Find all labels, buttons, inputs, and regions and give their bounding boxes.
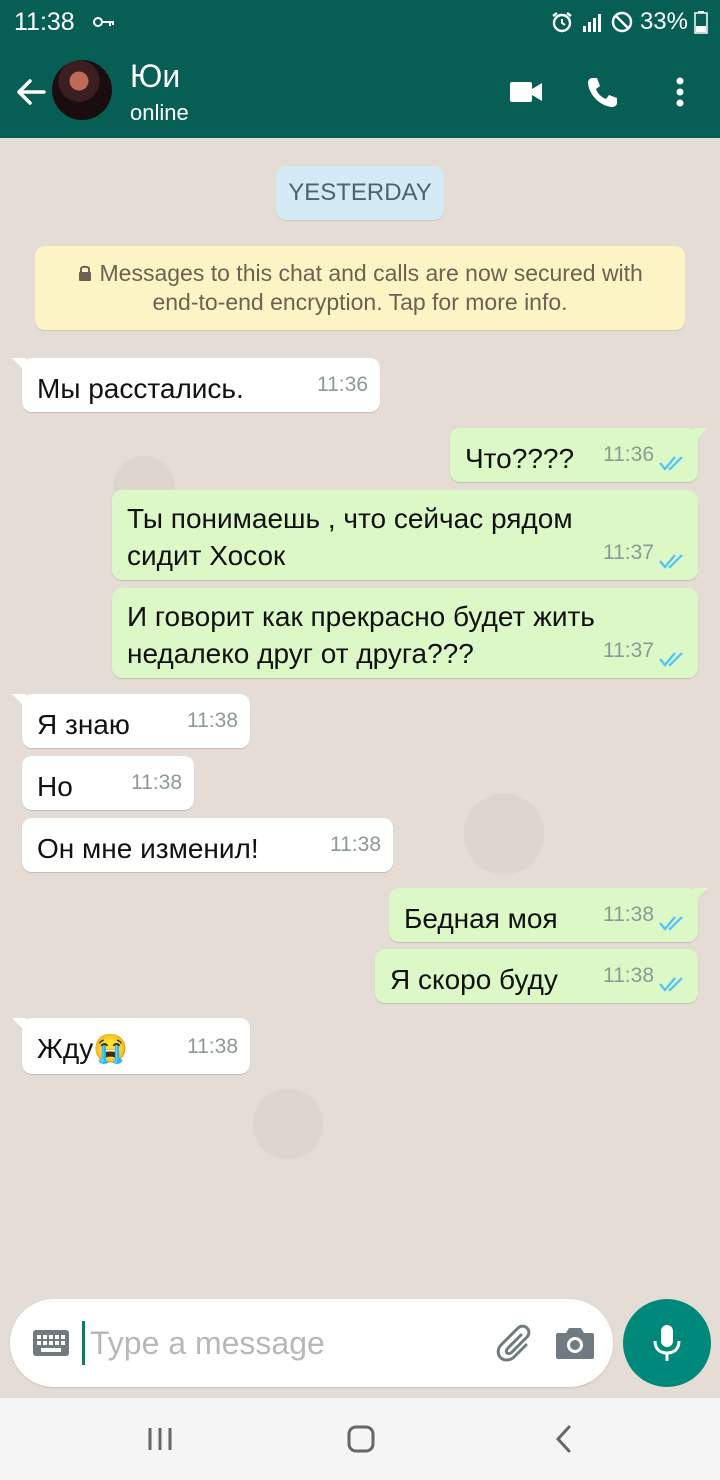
- message-text-line-2: сидит Хосок: [127, 540, 286, 571]
- signal-icon: [582, 14, 601, 32]
- date-chip: YESTERDAY: [276, 166, 444, 220]
- vpn-key-icon: [93, 17, 114, 27]
- alarm-icon: [552, 12, 572, 33]
- contact-name[interactable]: Юи: [130, 58, 180, 95]
- voice-record-button[interactable]: [623, 1299, 711, 1387]
- message-time: 11:36: [603, 443, 654, 466]
- do-not-disturb-icon: [611, 11, 633, 33]
- more-options-icon[interactable]: [660, 72, 700, 112]
- recent-apps-icon[interactable]: [145, 1424, 175, 1454]
- read-ticks-icon: [659, 977, 683, 992]
- message-text: Бедная моя: [404, 903, 558, 934]
- voice-call-icon[interactable]: [583, 72, 623, 112]
- message-time: 11:38: [330, 833, 381, 856]
- read-ticks-icon: [659, 916, 683, 931]
- video-call-icon[interactable]: [506, 72, 546, 112]
- message-outgoing[interactable]: Бедная моя 11:38: [389, 888, 708, 942]
- message-text: Но: [37, 771, 73, 802]
- message-outgoing[interactable]: Ты понимаешь , что сейчас рядом сидит Хо…: [112, 490, 698, 580]
- battery-icon: [694, 11, 708, 34]
- message-time: 11:38: [187, 1035, 238, 1058]
- keyboard-icon[interactable]: [32, 1329, 70, 1357]
- notice-line-2: end-to-end encryption. Tap for more info…: [152, 289, 568, 315]
- contact-status: online: [130, 100, 189, 125]
- crying-emoji: 😭: [93, 1033, 129, 1064]
- message-time: 11:36: [317, 373, 368, 396]
- message-time: 11:37: [603, 639, 654, 662]
- message-outgoing[interactable]: И говорит как прекрасно будет жить недал…: [112, 588, 698, 678]
- read-ticks-icon: [659, 554, 683, 569]
- message-composer: Type a message: [10, 1299, 613, 1387]
- message-text-line-2: недалеко друг от друга???: [127, 638, 474, 669]
- message-incoming[interactable]: Жду😭 11:38: [12, 1018, 250, 1074]
- contact-avatar[interactable]: [52, 60, 112, 120]
- read-ticks-icon: [659, 652, 683, 667]
- message-time: 11:38: [603, 964, 654, 987]
- message-text-line-1: И говорит как прекрасно будет жить: [127, 601, 595, 632]
- message-time: 11:38: [603, 903, 654, 926]
- message-incoming[interactable]: Но 11:38: [22, 756, 194, 810]
- message-incoming[interactable]: Он мне изменил! 11:38: [22, 818, 393, 872]
- home-icon[interactable]: [346, 1424, 376, 1454]
- chat-header: Юи online: [0, 44, 720, 138]
- status-icons: 33%: [550, 8, 708, 36]
- microphone-icon: [653, 1325, 681, 1361]
- message-text-line-1: Ты понимаешь , что сейчас рядом: [127, 503, 573, 534]
- message-outgoing[interactable]: Что???? 11:36: [450, 428, 708, 482]
- message-input[interactable]: Type a message: [90, 1325, 325, 1362]
- message-text: Что????: [465, 443, 575, 474]
- message-text: Мы расстались.: [37, 373, 244, 404]
- battery-percent: 33%: [639, 8, 688, 35]
- status-bar: 11:38 33%: [0, 0, 720, 44]
- message-text: Жду: [37, 1033, 94, 1064]
- camera-icon[interactable]: [554, 1325, 596, 1361]
- read-ticks-icon: [659, 456, 683, 471]
- text-caret: [82, 1321, 85, 1365]
- attach-icon[interactable]: [496, 1323, 536, 1363]
- message-outgoing[interactable]: Я скоро буду 11:38: [375, 949, 698, 1003]
- message-text: Я знаю: [37, 709, 130, 740]
- notice-line-1: Messages to this chat and calls are now …: [99, 260, 643, 286]
- lock-icon: [79, 265, 92, 281]
- status-time: 11:38: [14, 8, 75, 36]
- message-text: Он мне изменил!: [37, 833, 259, 864]
- message-incoming[interactable]: Мы расстались. 11:36: [12, 358, 380, 412]
- encryption-notice[interactable]: Messages to this chat and calls are now …: [35, 246, 685, 330]
- message-time: 11:38: [187, 709, 238, 732]
- back-arrow-icon[interactable]: [12, 72, 52, 112]
- message-time: 11:37: [603, 541, 654, 564]
- message-incoming[interactable]: Я знаю 11:38: [12, 694, 250, 748]
- system-nav-bar: [0, 1398, 720, 1480]
- back-nav-icon[interactable]: [550, 1424, 580, 1454]
- message-text: Я скоро буду: [390, 964, 558, 995]
- message-time: 11:38: [131, 771, 182, 794]
